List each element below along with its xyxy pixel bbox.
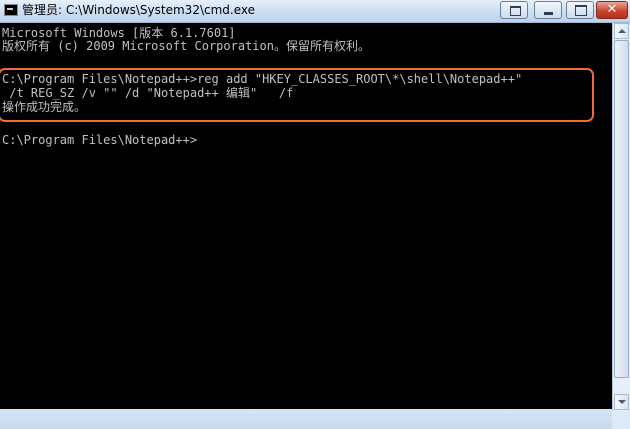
console-line: Microsoft Windows [版本 6.1.7601] <box>2 26 236 40</box>
scroll-up-button[interactable] <box>614 23 629 39</box>
title-bar[interactable]: 管理员: C:\Windows\System32\cmd.exe ✕ <box>0 0 630 23</box>
console-line: 版权所有 (c) 2009 Microsoft Corporation。保留所有… <box>2 39 370 53</box>
window-bottom-frame <box>0 409 612 429</box>
minimize-button[interactable] <box>534 1 562 19</box>
scroll-thumb[interactable] <box>614 40 629 378</box>
close-icon: ✕ <box>606 2 618 17</box>
arrow-up-icon <box>618 29 626 33</box>
window-title: 管理员: C:\Windows\System32\cmd.exe <box>22 3 255 17</box>
restore-icon <box>510 6 521 16</box>
console-prompt: C:\Program Files\Notepad++> <box>2 133 198 147</box>
close-button[interactable]: ✕ <box>596 1 628 19</box>
scroll-down-button[interactable] <box>614 394 629 410</box>
console-output[interactable]: Microsoft Windows [版本 6.1.7601] 版权所有 (c)… <box>0 23 612 409</box>
cmd-window: 管理员: C:\Windows\System32\cmd.exe ✕ Micro… <box>0 0 630 429</box>
maximize-button[interactable] <box>566 1 594 19</box>
highlight-box <box>0 68 594 122</box>
arrow-down-icon <box>618 400 626 404</box>
minimize-icon <box>544 12 553 15</box>
maximize-icon <box>575 5 587 16</box>
cmd-icon[interactable] <box>4 4 18 16</box>
vertical-scrollbar[interactable] <box>612 23 630 411</box>
restore-button[interactable] <box>500 1 528 19</box>
